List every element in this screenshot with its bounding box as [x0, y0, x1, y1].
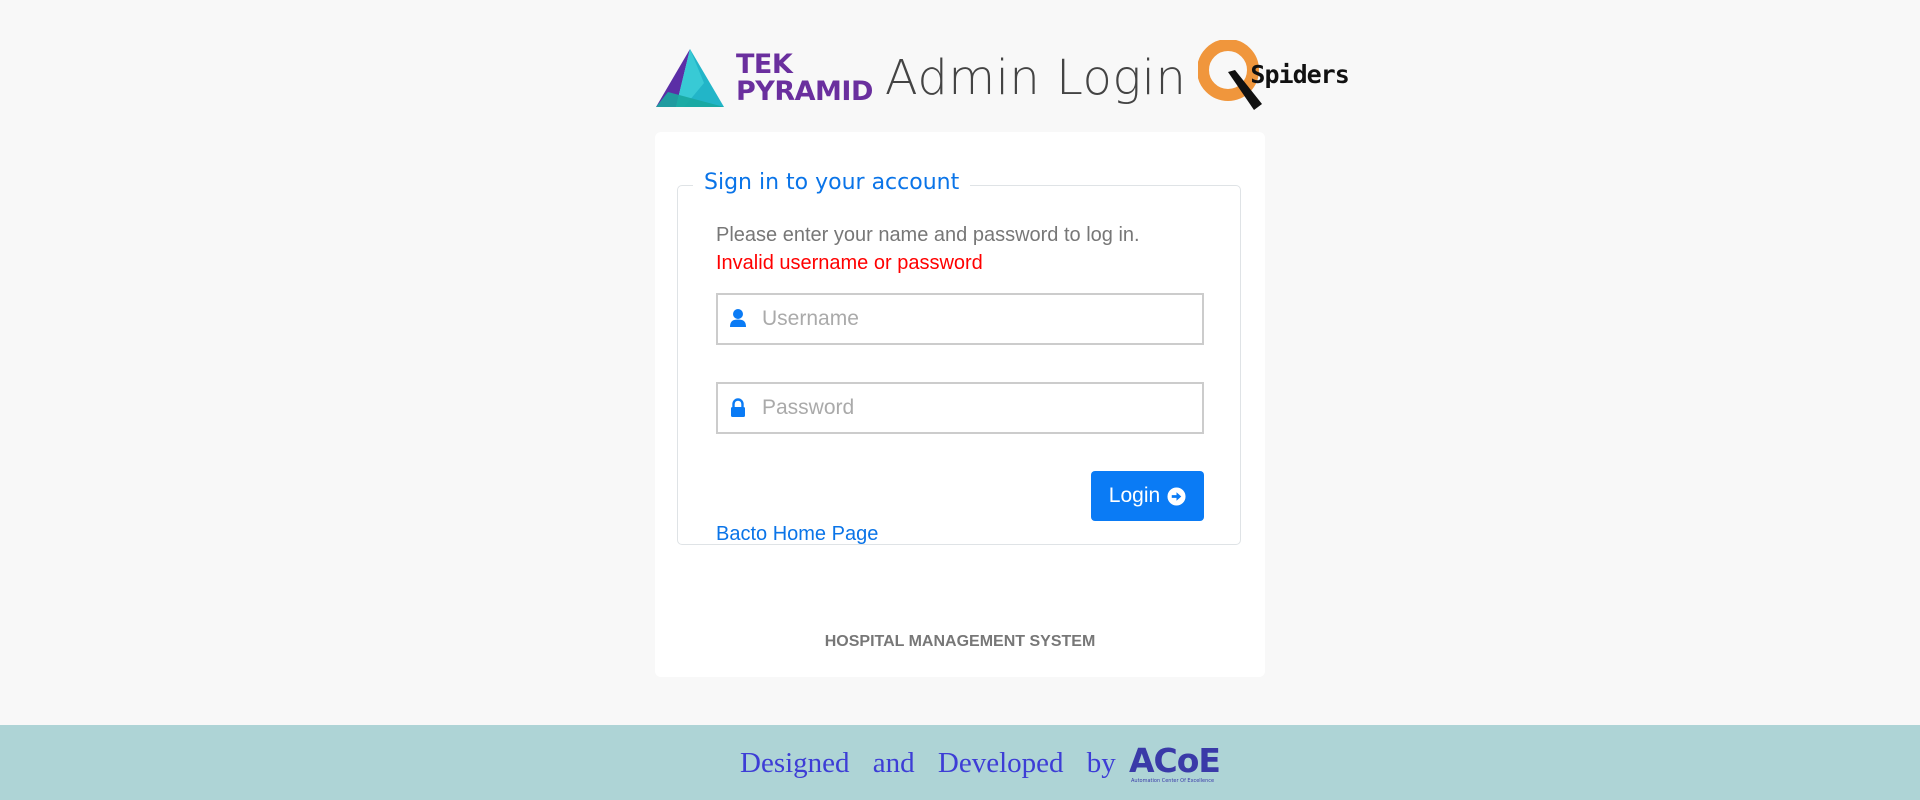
page-header: TEK PYRAMID Admin Login Spiders — [654, 40, 1350, 116]
form-legend: Sign in to your account — [693, 170, 971, 195]
error-message: Invalid username or password — [716, 252, 983, 274]
login-button-label: Login — [1108, 484, 1161, 507]
login-card: Sign in to your account Please enter you… — [655, 132, 1265, 677]
pyramid-icon — [656, 49, 724, 107]
acoe-subtext: Automation Center Of Excellence — [1131, 778, 1215, 784]
password-field[interactable] — [716, 382, 1204, 434]
qspiders-logo: Spiders — [1198, 40, 1350, 116]
system-name: HOSPITAL MANAGEMENT SYSTEM — [824, 633, 1096, 650]
username-input[interactable] — [762, 295, 1192, 343]
page-footer: Designed and Developed by ACoE Automatio… — [0, 725, 1920, 800]
qspiders-wordmark: Spiders — [1250, 60, 1349, 89]
lock-icon — [731, 398, 745, 417]
acoe-logo: ACoE Automation Center Of Excellence — [1129, 741, 1224, 785]
footer-credit: Designed and Developed by — [740, 747, 1116, 779]
tek-pyramid-logo: TEK PYRAMID — [654, 47, 873, 109]
tek-logo-line2: PYRAMID — [736, 76, 873, 107]
user-icon — [730, 309, 746, 327]
home-page-link[interactable]: Bacto Home Page — [716, 523, 878, 546]
username-field[interactable] — [716, 293, 1204, 345]
login-instructions: Please enter your name and password to l… — [716, 224, 1140, 246]
acoe-wordmark: ACoE — [1129, 741, 1221, 780]
tek-pyramid-wordmark: TEK PYRAMID — [736, 51, 873, 105]
page-title: Admin Login — [884, 50, 1187, 106]
login-button[interactable]: Login — [1091, 471, 1204, 521]
arrow-circle-right-icon — [1167, 486, 1186, 506]
password-input[interactable] — [762, 384, 1192, 432]
tek-logo-line1: TEK — [736, 49, 793, 80]
